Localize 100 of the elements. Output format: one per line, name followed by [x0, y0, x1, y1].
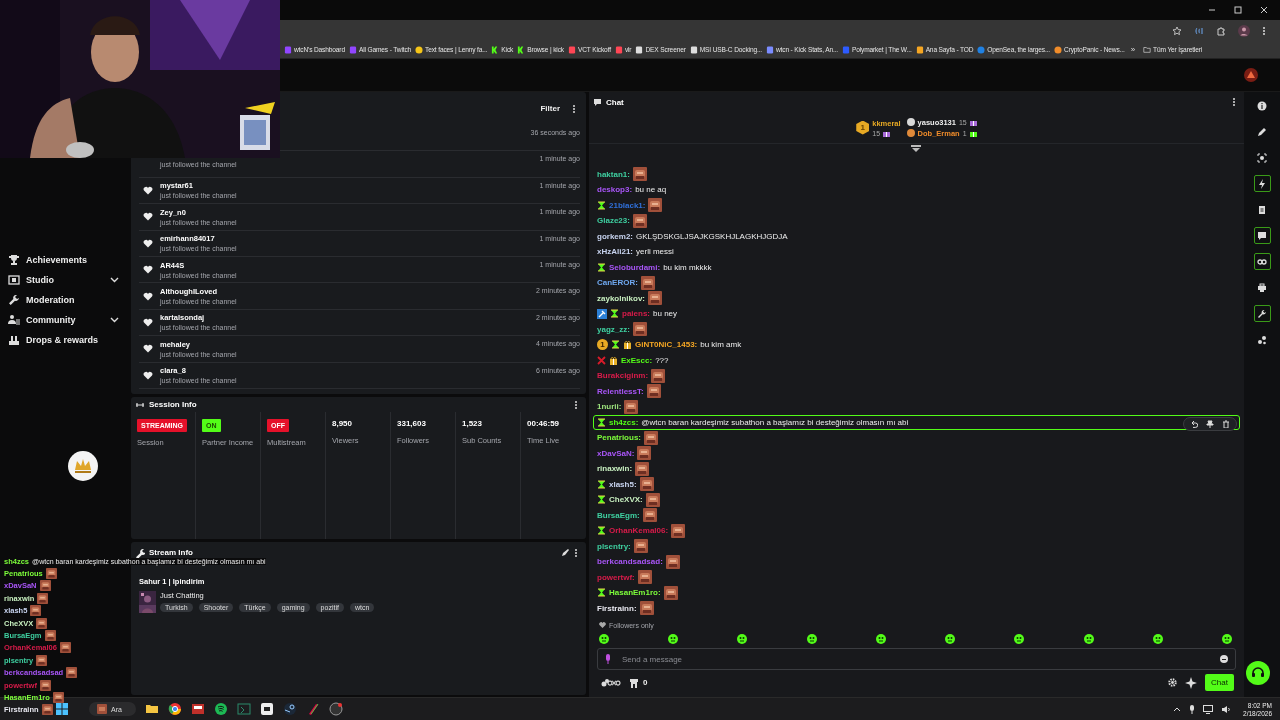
sidebar-item[interactable]: Drops & rewards	[8, 330, 121, 350]
sidebar-item[interactable]: Moderation	[8, 290, 121, 310]
bolt-button[interactable]	[1253, 175, 1271, 192]
app-icon[interactable]	[190, 702, 205, 716]
terminal-icon[interactable]	[236, 702, 251, 716]
menu-icon[interactable]	[1262, 25, 1266, 36]
chat-username[interactable]: rinaxwin:	[597, 464, 633, 474]
emote-icon	[663, 585, 678, 600]
sidebar-item[interactable]: Community	[8, 310, 121, 330]
link-button[interactable]	[1253, 253, 1271, 270]
emote-icon	[665, 554, 680, 569]
wrench-button[interactable]	[1253, 305, 1271, 322]
chat-username[interactable]: deskop3:	[597, 185, 633, 195]
chat-username[interactable]: zaykolnikov:	[597, 293, 645, 303]
chat-username[interactable]: RelentlessT:	[597, 386, 644, 396]
chat-username[interactable]: Penatrious:	[597, 433, 641, 443]
more-options-icon[interactable]	[574, 547, 578, 558]
scroll-down-icon[interactable]	[911, 145, 921, 153]
emote-icon[interactable]	[875, 634, 886, 644]
start-icon[interactable]	[56, 703, 68, 715]
highlighted-message[interactable]: sh4zcs: @wtcn baran kardeşimiz subathon a başlamız bi desteğimiz olmasın mı abi	[593, 414, 1240, 430]
minimize-icon[interactable]	[1208, 6, 1216, 14]
emoji-icon[interactable]	[1220, 655, 1228, 663]
browser-icon[interactable]	[167, 702, 182, 716]
chat-username[interactable]: CheXVX:	[609, 495, 643, 505]
emote-icon[interactable]	[1221, 634, 1232, 644]
chat-username[interactable]: haktan1:	[597, 169, 630, 179]
trash-icon[interactable]	[1222, 419, 1230, 428]
more-options-icon[interactable]	[1232, 97, 1236, 107]
emote-icon[interactable]	[1083, 634, 1094, 644]
sound-wave-icon[interactable]	[1194, 25, 1204, 36]
close-icon[interactable]	[1260, 6, 1268, 14]
more-bookmarks-button[interactable]: »	[1130, 45, 1136, 54]
chat-username[interactable]: BursaEgm:	[597, 510, 640, 520]
edit-icon[interactable]	[561, 548, 570, 557]
chat-username[interactable]: 1nurii:	[597, 402, 622, 412]
display-icon[interactable]	[1203, 704, 1214, 714]
chat-username[interactable]: HasanEm1ro:	[609, 588, 661, 598]
emote-icon[interactable]	[806, 634, 817, 644]
emote-icon[interactable]	[1152, 634, 1163, 644]
chat-username[interactable]: GiNT0NiC_1453:	[635, 340, 698, 350]
chat-username[interactable]: plsentry:	[597, 541, 631, 551]
profile-avatar-icon[interactable]	[1238, 24, 1250, 37]
bolt-icon	[1257, 178, 1267, 189]
chat-username[interactable]: Firstrainn:	[597, 603, 637, 613]
store-icon[interactable]	[629, 677, 639, 688]
microphone-icon[interactable]	[1189, 704, 1196, 714]
chat-send-button[interactable]: Chat	[1205, 674, 1234, 691]
emote-icon	[639, 477, 654, 492]
chat-username[interactable]: xlash5:	[609, 479, 637, 489]
emote-icon[interactable]	[945, 634, 956, 644]
chat-button[interactable]	[1253, 227, 1271, 244]
chat-username[interactable]: CanEROR:	[597, 278, 638, 288]
chat-username[interactable]: Burakciginm:	[597, 371, 649, 381]
more-options-icon[interactable]	[572, 103, 576, 114]
chat-username[interactable]: paiens:	[622, 309, 650, 319]
filter-button[interactable]: Filter	[540, 104, 560, 113]
chevron-up-icon[interactable]	[1173, 706, 1182, 712]
user-avatar-icon[interactable]	[1244, 68, 1258, 82]
sidebar-item[interactable]: Studio	[8, 270, 121, 290]
chat-username[interactable]: berkcandsadsad:	[597, 557, 663, 567]
emote-icon[interactable]	[668, 634, 679, 644]
chat-message: yerli messi	[636, 247, 674, 257]
chat-username[interactable]: Glaze23:	[597, 216, 630, 226]
heart-icon	[143, 185, 153, 195]
chat-username[interactable]: 21black1:	[609, 200, 646, 210]
app-icon[interactable]	[259, 702, 274, 716]
volume-icon[interactable]	[1221, 704, 1232, 714]
folder-icon[interactable]	[144, 702, 159, 716]
extensions-icon[interactable]	[1216, 25, 1226, 36]
stat-value: 00:46:59	[527, 419, 561, 430]
maximize-icon[interactable]	[1234, 6, 1242, 14]
chat-username[interactable]: gorkem2:	[597, 231, 633, 241]
chat-username[interactable]: xDavSaN:	[597, 448, 635, 458]
chat-username[interactable]: ExEscc:	[621, 355, 653, 365]
heart-icon	[143, 370, 153, 380]
emote-icon[interactable]	[737, 634, 748, 644]
sidebar-item[interactable]: Achievements	[8, 250, 121, 270]
hourglass-icon	[611, 340, 620, 350]
undo-icon[interactable]	[1190, 419, 1198, 428]
document-icon	[1257, 204, 1267, 215]
settings-icon[interactable]	[1168, 678, 1178, 687]
emote-icon[interactable]	[1014, 634, 1025, 644]
chat-username[interactable]: yagz_zz:	[597, 324, 630, 334]
pin-icon[interactable]	[1206, 419, 1214, 428]
chat-username[interactable]: powertwf:	[597, 572, 635, 582]
points-icon[interactable]	[601, 677, 621, 688]
emote-icon[interactable]	[599, 634, 609, 644]
chat-username[interactable]: Seloburdami:	[609, 262, 661, 272]
more-options-icon[interactable]	[574, 399, 578, 410]
sparkle-icon[interactable]	[1185, 676, 1198, 689]
chat-username[interactable]: OrhanKemal06:	[609, 526, 669, 536]
music-app-icon[interactable]	[213, 702, 228, 716]
chat-username[interactable]: sh4zcs:	[609, 417, 639, 427]
star-icon[interactable]	[1172, 25, 1182, 36]
chat-username[interactable]: xHzAli21:	[597, 247, 633, 257]
points-count: 0	[643, 678, 648, 687]
capture-icon	[1257, 152, 1267, 163]
game-launcher-icon[interactable]	[282, 702, 297, 716]
message-input-field[interactable]: Send a message	[597, 648, 1236, 670]
